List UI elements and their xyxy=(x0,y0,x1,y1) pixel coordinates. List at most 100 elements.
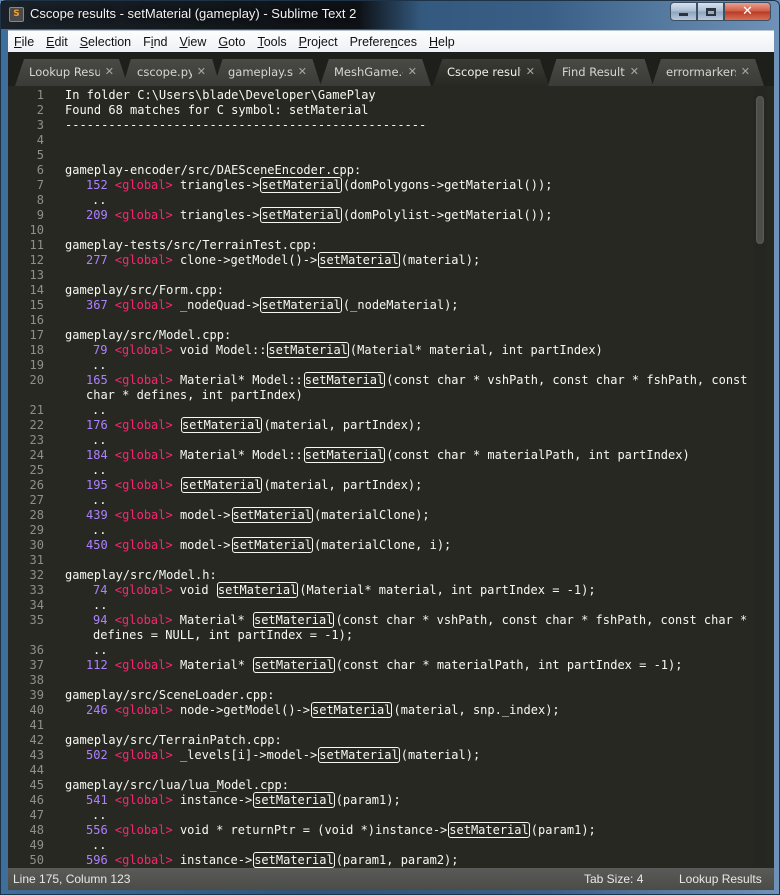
match-text: 246 <global> node->getModel()-> setMateri… xyxy=(86,702,560,718)
minimize-icon xyxy=(679,13,688,16)
menu-help[interactable]: Help xyxy=(429,35,455,49)
line-number: 31 xyxy=(29,553,44,567)
code-line[interactable]: 31 xyxy=(8,553,738,568)
match-line[interactable]: 33 74 <global> void setMaterial (Material*… xyxy=(8,582,738,598)
tab-close-icon[interactable]: ✕ xyxy=(197,59,206,85)
syntax-indicator[interactable]: Lookup Results xyxy=(679,868,762,890)
symbol-match: setMaterial xyxy=(311,702,393,718)
close-button[interactable]: ✕ xyxy=(724,2,771,21)
code-line[interactable]: 21.. xyxy=(8,403,738,418)
match-line[interactable]: 7 152 <global> triangles-> setMaterial (dom… xyxy=(8,177,738,193)
match-line[interactable]: 43 502 <global> _levels[i]->model-> setMat… xyxy=(8,747,738,763)
line-number: 44 xyxy=(29,763,44,777)
match-line[interactable]: 15 367 <global> _nodeQuad-> setMaterial (_n… xyxy=(8,297,738,313)
tab-find-results[interactable]: Find Results ✕ xyxy=(548,59,653,86)
tab-close-icon[interactable]: ✕ xyxy=(741,59,750,85)
code-line[interactable]: 5 xyxy=(8,148,738,163)
tab-close-icon[interactable]: ✕ xyxy=(526,59,535,85)
code-line[interactable]: 10 xyxy=(8,223,738,238)
code-line[interactable]: 1 In folder C:\Users\blade\Developer\Game… xyxy=(8,88,738,103)
match-line[interactable]: 46 541 <global> instance-> setMaterial (par… xyxy=(8,792,738,808)
tab-cscope-py[interactable]: cscope.py ✕ xyxy=(123,59,220,86)
file-header-line[interactable]: 17 gameplay/src/Model.cpp: xyxy=(8,328,738,343)
source-line-number: 277 xyxy=(86,253,108,267)
menu-edit[interactable]: Edit xyxy=(46,35,68,49)
code-line[interactable]: char * defines, int partIndex) xyxy=(8,388,738,403)
tab-close-icon[interactable]: ✕ xyxy=(298,59,307,85)
tab-close-icon[interactable]: ✕ xyxy=(630,59,639,85)
code-line[interactable]: 2 Found 68 matches for C symbol: setMater… xyxy=(8,103,738,118)
code-line[interactable]: 34.. xyxy=(8,598,738,613)
code-line[interactable]: 25.. xyxy=(8,463,738,478)
match-line[interactable]: 30 450 <global> model-> setMaterial (materi… xyxy=(8,537,738,553)
code-line[interactable]: 29.. xyxy=(8,523,738,538)
menu-preferences[interactable]: Preferences xyxy=(350,35,417,49)
match-line[interactable]: 40 246 <global> node->getModel()-> setMate… xyxy=(8,702,738,718)
menu-project[interactable]: Project xyxy=(299,35,338,49)
line-number: 26 xyxy=(29,478,44,492)
tab-lookup-result[interactable]: Lookup Result ✕ xyxy=(15,59,128,86)
code-line[interactable]: 49.. xyxy=(8,838,738,853)
tab-label: errormarkers.py xyxy=(666,65,736,79)
file-header-line[interactable]: 39 gameplay/src/SceneLoader.cpp: xyxy=(8,688,738,703)
maximize-button[interactable] xyxy=(697,2,724,21)
code-line[interactable]: 41 xyxy=(8,718,738,733)
code-line[interactable]: 44 xyxy=(8,763,738,778)
match-line[interactable]: 22 176 <global> setMaterial (material, par… xyxy=(8,417,738,433)
file-header-line[interactable]: 11 gameplay-tests/src/TerrainTest.cpp: xyxy=(8,238,738,253)
file-header-line[interactable]: 42 gameplay/src/TerrainPatch.cpp: xyxy=(8,733,738,748)
line-number: 7 xyxy=(36,178,44,192)
tab-close-icon[interactable]: ✕ xyxy=(105,59,114,85)
line-text: ----------------------------------------… xyxy=(65,118,427,132)
minimize-button[interactable] xyxy=(670,2,697,21)
match-line[interactable]: 50 596 <global> instance-> setMaterial (par… xyxy=(8,852,738,868)
match-line[interactable]: 12 277 <global> clone->getModel()-> setMat… xyxy=(8,252,738,268)
tab-meshgame-cpp[interactable]: MeshGame.cpp ✕ xyxy=(320,59,431,86)
file-header-line[interactable]: 32 gameplay/src/Model.h: xyxy=(8,568,738,583)
match-line[interactable]: 20 165 <global> Material* Model:: setMater… xyxy=(8,372,748,388)
match-line[interactable]: 18 79 <global> void Model:: setMaterial (Ma… xyxy=(8,342,738,358)
line-number: 37 xyxy=(29,658,44,672)
tab-size-indicator[interactable]: Tab Size: 4 xyxy=(584,868,643,890)
vertical-scrollbar[interactable] xyxy=(753,86,767,868)
code-line[interactable]: 3 ---------------------------------------… xyxy=(8,118,738,133)
file-header-line[interactable]: 6 gameplay-encoder/src/DAESceneEncoder.cp… xyxy=(8,163,738,178)
code-line[interactable]: 19.. xyxy=(8,358,738,373)
match-line[interactable]: 9 209 <global> triangles-> setMaterial (dom… xyxy=(8,207,738,223)
sublime-app-icon[interactable]: S xyxy=(9,7,24,22)
match-line[interactable]: 24 184 <global> Material* Model:: setMater… xyxy=(8,447,738,463)
code-line[interactable]: 23.. xyxy=(8,433,738,448)
code-line[interactable]: defines = NULL, int partIndex = -1); xyxy=(8,628,738,643)
menu-view[interactable]: View xyxy=(179,35,206,49)
tab-close-icon[interactable]: ✕ xyxy=(408,59,417,85)
code-line[interactable]: 8.. xyxy=(8,193,738,208)
scrollbar-thumb[interactable] xyxy=(756,96,764,244)
tab-gameplay-subl[interactable]: gameplay.subl ✕ xyxy=(214,59,321,86)
match-line[interactable]: 37 112 <global> Material* setMaterial (con… xyxy=(8,657,738,673)
match-line[interactable]: 35 94 <global> Material* setMaterial (cons… xyxy=(8,612,747,628)
match-line[interactable]: 48 556 <global> void * returnPtr = (void … xyxy=(8,822,738,838)
ellipsis: .. xyxy=(92,808,107,822)
code-line[interactable]: 13 xyxy=(8,268,738,283)
menu-selection[interactable]: Selection xyxy=(80,35,131,49)
code-line[interactable]: 36.. xyxy=(8,643,738,658)
title-bar[interactable]: S Cscope results - setMaterial (gameplay… xyxy=(1,1,779,29)
editor-view[interactable]: 1 In folder C:\Users\blade\Developer\Game… xyxy=(8,86,774,868)
match-line[interactable]: 28 439 <global> model-> setMaterial (materi… xyxy=(8,507,738,523)
menu-tools[interactable]: Tools xyxy=(257,35,286,49)
tab-errormarkers-py[interactable]: errormarkers.py ✕ xyxy=(652,59,764,86)
menu-find[interactable]: Find xyxy=(143,35,167,49)
code-line[interactable]: 16 xyxy=(8,313,738,328)
match-line[interactable]: 26 195 <global> setMaterial (material, par… xyxy=(8,477,738,493)
code-line[interactable]: 47.. xyxy=(8,808,738,823)
code-line[interactable]: 27.. xyxy=(8,493,738,508)
symbol-match: setMaterial xyxy=(260,207,342,223)
tab-cscope-results[interactable]: Cscope results ✕ xyxy=(433,59,549,86)
file-header-line[interactable]: 14 gameplay/src/Form.cpp: xyxy=(8,283,738,298)
file-header-line[interactable]: 45 gameplay/src/lua/lua_Model.cpp: xyxy=(8,778,738,793)
code-line[interactable]: 38 xyxy=(8,673,738,688)
menu-goto[interactable]: Goto xyxy=(218,35,245,49)
menu-file[interactable]: File xyxy=(14,35,34,49)
code-line[interactable]: 4 xyxy=(8,133,738,148)
